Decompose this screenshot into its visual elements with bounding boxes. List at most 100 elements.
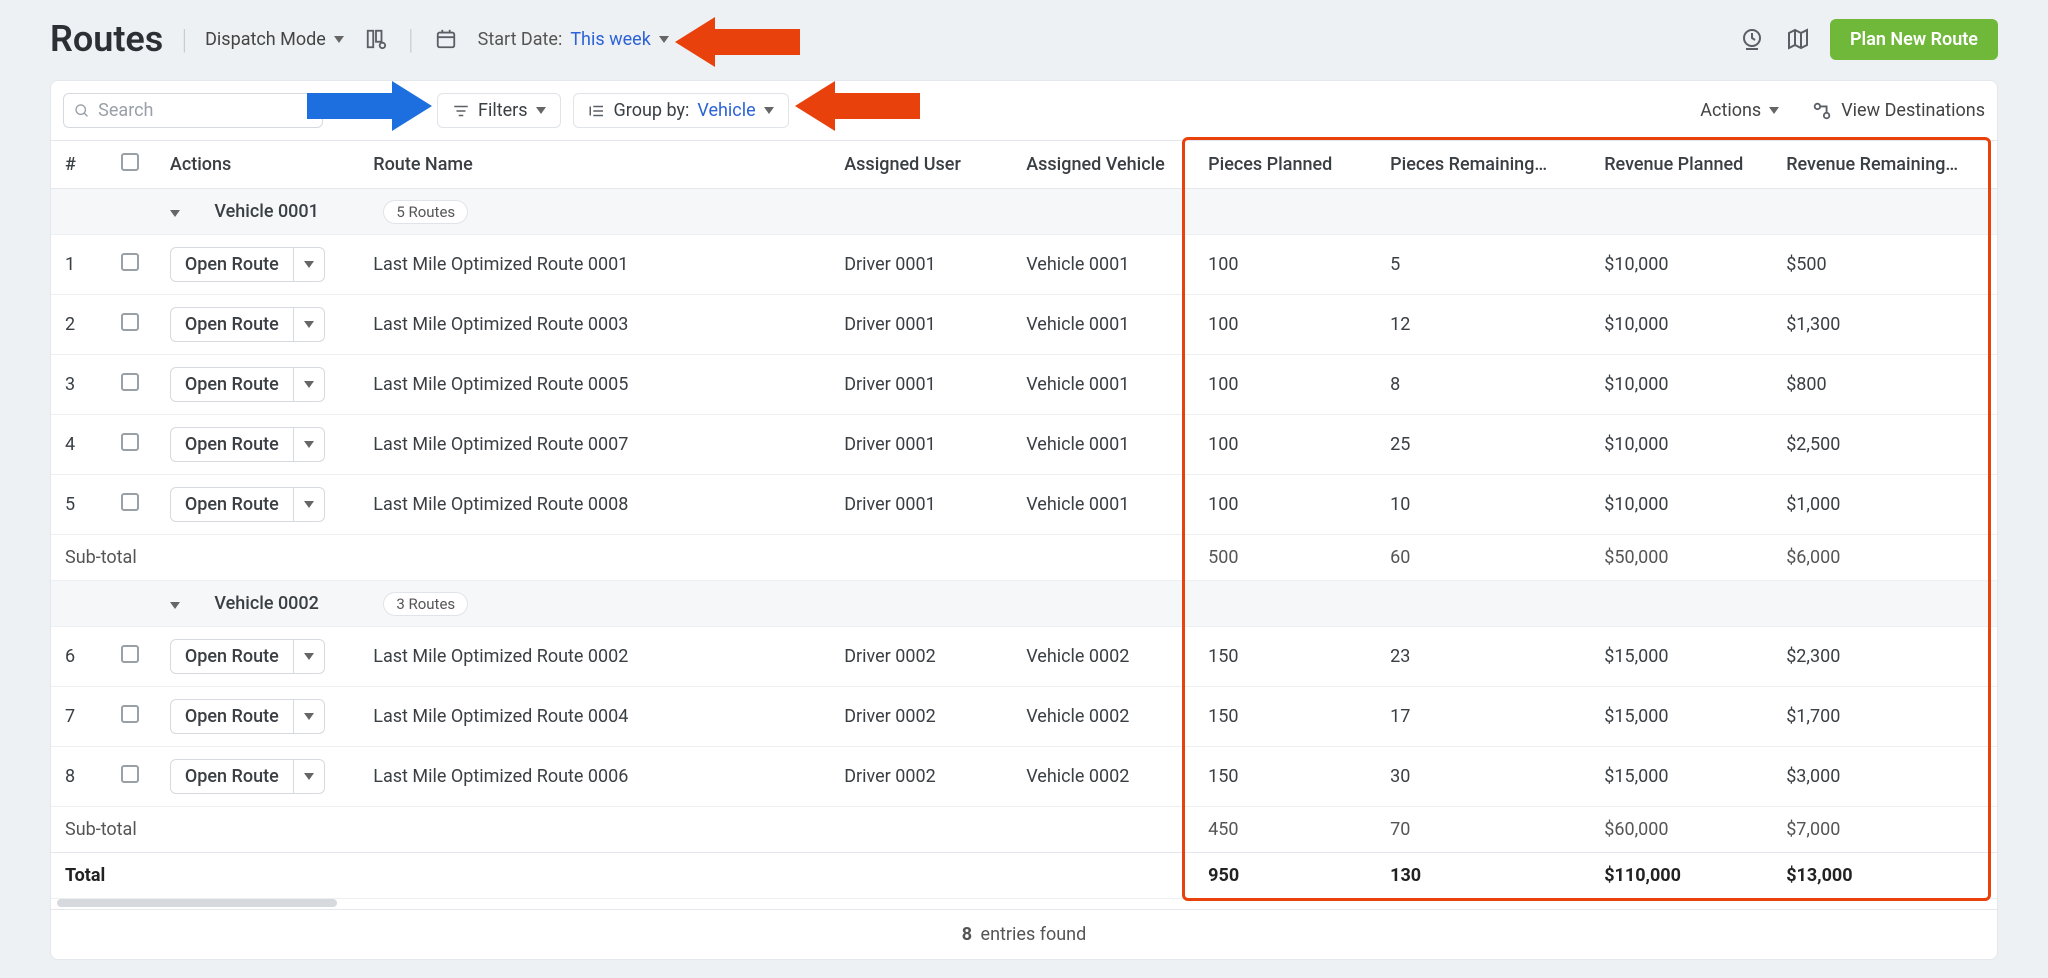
total-pp: 950 [1194,853,1376,899]
revenue-remaining-cell: $1,000 [1772,475,1997,535]
revenue-planned-cell: $15,000 [1590,627,1772,687]
revenue-planned-cell: $10,000 [1590,475,1772,535]
chevron-down-icon[interactable] [293,488,324,521]
row-number: 7 [51,687,107,747]
assigned-vehicle-cell: Vehicle 0001 [1012,475,1194,535]
table-row: 5 Open Route Last Mile Optimized Route 0… [51,475,1997,535]
open-route-button[interactable]: Open Route [170,307,325,342]
view-destinations-label: View Destinations [1841,100,1985,121]
group-row[interactable]: Vehicle 0002 3 Routes [51,581,1997,627]
route-name-cell: Last Mile Optimized Route 0004 [359,687,830,747]
revenue-remaining-cell: $3,000 [1772,747,1997,807]
row-checkbox[interactable] [121,373,139,391]
assigned-vehicle-cell: Vehicle 0001 [1012,355,1194,415]
chevron-down-icon[interactable] [293,248,324,281]
plan-new-route-button[interactable]: Plan New Route [1830,19,1998,60]
chevron-down-icon [334,36,344,43]
open-route-button[interactable]: Open Route [170,487,325,522]
open-route-button[interactable]: Open Route [170,759,325,794]
group-by-value: Vehicle [697,100,755,121]
row-checkbox[interactable] [121,493,139,511]
chevron-down-icon[interactable] [293,700,324,733]
start-date-prefix: Start Date: [478,29,563,50]
col-assigned-user[interactable]: Assigned User [830,141,1012,189]
pieces-planned-cell: 100 [1194,295,1376,355]
revenue-remaining-cell: $1,700 [1772,687,1997,747]
chevron-down-icon[interactable] [293,640,324,673]
table-row: 3 Open Route Last Mile Optimized Route 0… [51,355,1997,415]
table-row: 8 Open Route Last Mile Optimized Route 0… [51,747,1997,807]
col-route-name[interactable]: Route Name [359,141,830,189]
open-route-button[interactable]: Open Route [170,639,325,674]
col-actions[interactable]: Actions [156,141,359,189]
assigned-user-cell: Driver 0001 [830,295,1012,355]
search-input[interactable] [98,100,312,121]
route-add-icon[interactable] [362,25,390,53]
route-name-cell: Last Mile Optimized Route 0001 [359,235,830,295]
subtotal-revp: $50,000 [1590,535,1772,581]
pieces-remaining-cell: 23 [1376,627,1590,687]
start-date-dropdown[interactable]: Start Date: This week [478,29,669,50]
pieces-planned-cell: 150 [1194,627,1376,687]
search-input-wrapper[interactable] [63,93,323,128]
assigned-vehicle-cell: Vehicle 0002 [1012,627,1194,687]
row-checkbox[interactable] [121,433,139,451]
revenue-remaining-cell: $1,300 [1772,295,1997,355]
chevron-down-icon[interactable] [293,308,324,341]
revenue-planned-cell: $15,000 [1590,687,1772,747]
subtotal-revp: $60,000 [1590,807,1772,853]
row-checkbox[interactable] [121,313,139,331]
chevron-down-icon[interactable] [293,368,324,401]
pieces-remaining-cell: 10 [1376,475,1590,535]
col-revenue-planned[interactable]: Revenue Planned [1590,141,1772,189]
chevron-down-icon[interactable] [293,428,324,461]
col-pieces-planned[interactable]: Pieces Planned [1194,141,1376,189]
horizontal-scrollbar[interactable] [51,899,1997,909]
calendar-icon[interactable] [432,25,460,53]
route-count-badge: 5 Routes [383,200,468,224]
pieces-remaining-cell: 30 [1376,747,1590,807]
revenue-remaining-cell: $800 [1772,355,1997,415]
assigned-user-cell: Driver 0001 [830,475,1012,535]
actions-dropdown[interactable]: Actions [1700,100,1779,121]
group-by-button[interactable]: Group by: Vehicle [573,93,789,128]
row-number: 5 [51,475,107,535]
revenue-planned-cell: $10,000 [1590,295,1772,355]
open-route-button[interactable]: Open Route [170,367,325,402]
revenue-remaining-cell: $2,300 [1772,627,1997,687]
col-assigned-vehicle[interactable]: Assigned Vehicle [1012,141,1194,189]
filter-icon [452,102,470,120]
row-number: 8 [51,747,107,807]
group-row[interactable]: Vehicle 0001 5 Routes [51,189,1997,235]
chevron-down-icon [659,36,669,43]
select-all-checkbox[interactable] [121,153,139,171]
route-name-cell: Last Mile Optimized Route 0003 [359,295,830,355]
routes-panel: Filters Group by: Vehicle Actions View D… [50,80,1998,960]
subtotal-pp: 450 [1194,807,1376,853]
chevron-down-icon [1769,107,1779,114]
open-route-button[interactable]: Open Route [170,247,325,282]
map-icon[interactable] [1784,25,1812,53]
route-name-cell: Last Mile Optimized Route 0008 [359,475,830,535]
view-destinations-button[interactable]: View Destinations [1811,100,1985,122]
row-checkbox[interactable] [121,765,139,783]
pieces-remaining-cell: 17 [1376,687,1590,747]
total-revp: $110,000 [1590,853,1772,899]
assigned-user-cell: Driver 0001 [830,415,1012,475]
route-name-cell: Last Mile Optimized Route 0006 [359,747,830,807]
col-pieces-remaining[interactable]: Pieces Remaining… [1376,141,1590,189]
col-revenue-remaining[interactable]: Revenue Remaining… [1772,141,1997,189]
filters-button[interactable]: Filters [437,93,561,128]
chevron-down-icon[interactable] [293,760,324,793]
history-icon[interactable] [1738,25,1766,53]
row-checkbox[interactable] [121,253,139,271]
open-route-button[interactable]: Open Route [170,699,325,734]
open-route-button[interactable]: Open Route [170,427,325,462]
row-checkbox[interactable] [121,645,139,663]
col-number[interactable]: # [51,141,107,189]
chevron-down-icon [764,107,774,114]
dispatch-mode-dropdown[interactable]: Dispatch Mode [205,29,344,50]
row-checkbox[interactable] [121,705,139,723]
assigned-user-cell: Driver 0002 [830,627,1012,687]
row-number: 2 [51,295,107,355]
